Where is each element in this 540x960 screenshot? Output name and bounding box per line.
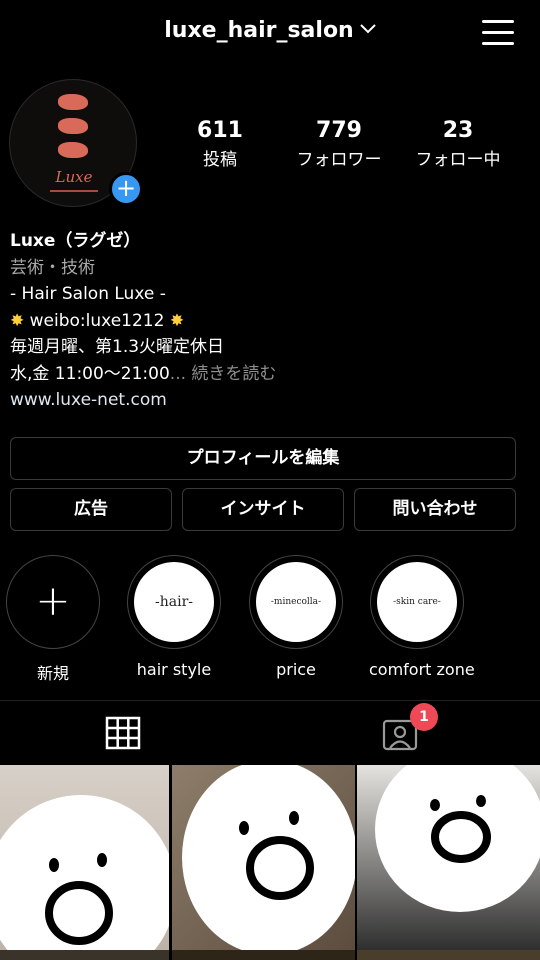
face-sticker — [375, 765, 540, 912]
face-sticker — [0, 795, 169, 955]
account-switcher[interactable]: luxe_hair_salon — [0, 18, 540, 43]
edit-profile-button[interactable]: プロフィールを編集 — [10, 437, 516, 480]
website-link[interactable]: www.luxe-net.com — [10, 387, 530, 414]
profile-category: 芸術・技術 — [10, 257, 95, 278]
sparkle-icon: ✸ — [10, 310, 25, 331]
bio-line-weibo: ✸ weibo:luxe1212 ✸ — [10, 308, 530, 335]
profile-tab-bar — [0, 700, 540, 762]
profile-bio: Luxe（ラグゼ） 芸術・技術 - Hair Salon Luxe - ✸ we… — [10, 228, 530, 414]
profile-avatar[interactable]: Luxe + — [9, 79, 143, 207]
ads-button[interactable]: 広告 — [10, 488, 172, 531]
highlight-new[interactable]: + 新規 — [5, 555, 101, 684]
highlight-cover: -minecolla- — [256, 562, 336, 642]
bio-line-hours: 水,金 11:00〜21:00... 続きを読む — [10, 361, 530, 388]
weibo-text: weibo:luxe1212 — [29, 310, 165, 331]
insights-button[interactable]: インサイト — [182, 488, 344, 531]
highlight-cover: -skin care- — [377, 562, 457, 642]
username-label: luxe_hair_salon — [164, 18, 354, 43]
tagged-notification-badge: 1 — [410, 703, 438, 731]
highlight-label: hair style — [136, 660, 212, 679]
following-count: 23 — [442, 118, 474, 143]
bio-ellipsis: ... — [169, 363, 187, 384]
post-thumbnail[interactable] — [357, 765, 540, 955]
stat-following[interactable]: 23 フォロー中 — [405, 118, 511, 170]
top-bar: luxe_hair_salon — [0, 0, 540, 66]
posts-count: 611 — [197, 118, 243, 143]
highlight-cover: -hair- — [134, 562, 214, 642]
followers-count: 779 — [316, 118, 362, 143]
highlight-label: 新規 — [36, 664, 69, 683]
sparkle-icon: ✸ — [169, 310, 185, 331]
add-story-button[interactable]: + — [109, 172, 143, 206]
stat-posts[interactable]: 611 投稿 — [185, 118, 255, 170]
grid-icon[interactable] — [105, 716, 141, 750]
chevron-down-icon — [360, 19, 376, 38]
hamburger-menu-icon[interactable] — [482, 18, 514, 46]
followers-label: フォロワー — [296, 150, 382, 170]
highlight-label: price — [276, 660, 316, 679]
stat-followers[interactable]: 779 フォロワー — [282, 118, 396, 170]
post-thumbnail[interactable] — [0, 765, 169, 955]
highlight-label: comfort zone — [369, 660, 475, 679]
read-more-link[interactable]: 続きを読む — [191, 364, 276, 384]
highlight-price[interactable]: -minecolla- price — [248, 555, 344, 679]
highlight-hair-style[interactable]: -hair- hair style — [126, 555, 222, 679]
following-label: フォロー中 — [415, 150, 501, 170]
profile-name: Luxe（ラグゼ） — [10, 231, 141, 251]
bio-line-salon: - Hair Salon Luxe - — [10, 284, 166, 304]
posts-label: 投稿 — [203, 150, 237, 170]
highlight-comfort-zone[interactable]: -skin care- comfort zone — [369, 555, 475, 679]
plus-icon: + — [35, 576, 71, 625]
new-highlight-ring: + — [6, 555, 100, 649]
face-sticker — [182, 765, 355, 955]
post-thumbnail[interactable] — [172, 765, 355, 955]
bio-line-holidays: 毎週月曜、第1.3火曜定休日 — [10, 337, 225, 357]
hours-text: 水,金 11:00〜21:00 — [10, 363, 170, 384]
contact-button[interactable]: 問い合わせ — [354, 488, 516, 531]
